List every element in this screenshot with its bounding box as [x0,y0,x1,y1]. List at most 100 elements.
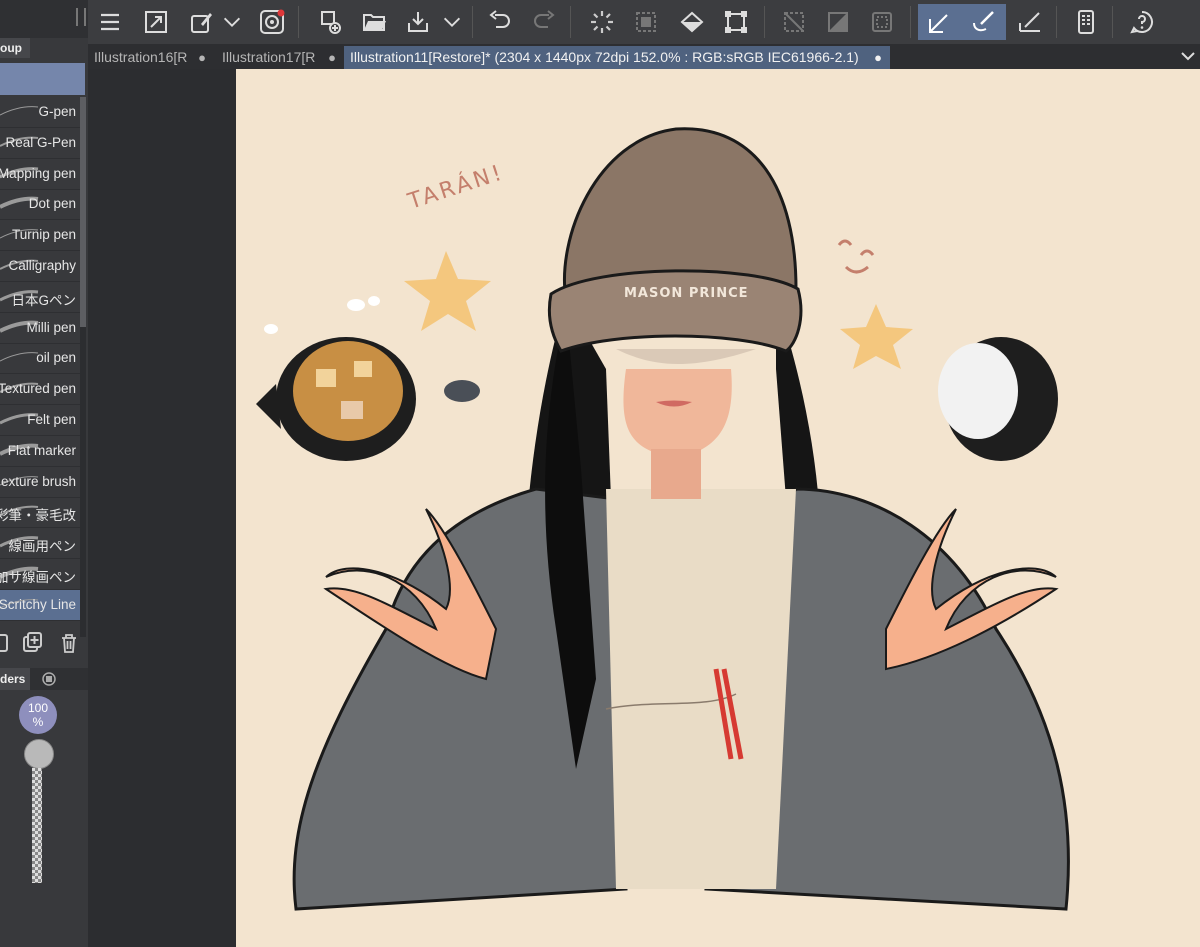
brush-item[interactable]: G-pen [0,97,80,128]
device-icon[interactable] [1068,4,1104,40]
tab-close-dot[interactable]: ● [328,46,336,69]
drawing-canvas[interactable]: MASON PRINCE TARÁN! [236,69,1200,947]
undo-icon[interactable] [482,4,518,40]
open-folder-icon[interactable] [356,4,392,40]
brush-item[interactable]: 彩筆・豪毛改 [0,497,80,529]
brush-label: oil pen [36,350,76,366]
brush-label: Felt pen [27,412,76,427]
steam-bubble [264,324,278,334]
opacity-number: 100 [27,701,49,715]
brush-label: G-pen [38,104,76,119]
brush-label: Milli pen [26,319,76,335]
deselect-icon[interactable] [776,4,812,40]
brush-item[interactable]: 加サ線画ペン [0,559,80,590]
panel-header [0,0,88,38]
select-all-icon[interactable] [628,4,664,40]
sliders-tab[interactable]: ders [0,668,30,690]
steam-bubble [368,296,380,306]
brush-item[interactable]: 日本Gペン [0,282,80,313]
brush-label: Real G-Pen [5,134,76,150]
brush-stabilize-icon[interactable] [962,4,1006,40]
brush-stroke-icon [0,106,39,116]
brush-item[interactable]: Mapping pen [0,159,80,190]
face [623,369,732,459]
brush-item[interactable]: exture brush [0,467,80,498]
chevron-down-icon[interactable] [1180,49,1196,63]
artwork: MASON PRINCE TARÁN! [256,127,1070,911]
tab-label: Illustration17[R [222,49,316,65]
brush-item[interactable]: Calligraphy [0,251,80,282]
tab-close-dot[interactable]: ● [198,46,206,69]
scrollbar-thumb[interactable] [80,97,86,327]
curry-chunk [354,361,372,377]
brush-item[interactable]: Turnip pen [0,220,80,252]
brush-item[interactable]: 線画用ペン [0,528,80,560]
tab-illustration16[interactable]: Illustration16[R ● [88,46,214,69]
brush-label: 加サ線画ペン [0,570,76,585]
brush-item[interactable]: Dot pen [0,189,80,221]
new-canvas-icon[interactable] [312,4,348,40]
layer-property-icon[interactable] [184,4,220,40]
trash-icon[interactable] [58,632,80,654]
brush-item[interactable]: Felt pen [0,405,80,436]
app-logo-icon[interactable] [254,4,290,40]
pen-stabilize-icon[interactable] [918,4,962,40]
redo-icon[interactable] [526,4,562,40]
tab-label: Illustration11[Restore]* (2304 x 1440px … [350,49,859,65]
dropdown-icon[interactable] [220,4,244,40]
brush-stroke-icon [0,352,39,362]
brush-label: exture brush [0,473,76,489]
brush-group-tab[interactable]: oup [0,38,30,58]
fill-icon[interactable] [674,4,710,40]
brush-item[interactable]: Milli pen [0,313,80,344]
drag-handle-icon[interactable] [76,8,86,26]
document-tabs: Illustration16[R ● Illustration17[R ● Illu… [88,44,1200,69]
brush-label: Scritchy Line [0,596,76,612]
brush-label: Turnip pen [11,227,76,243]
brush-label: 線画用ペン [8,539,77,555]
taran-text: TARÁN! [404,159,508,215]
opacity-slider-track[interactable] [32,768,42,883]
paint-smudge [444,380,480,402]
tab-close-dot[interactable]: ● [874,46,882,69]
brush-item[interactable]: Scritchy Line [0,589,80,621]
brush-label: 彩筆・豪毛改 [0,508,76,524]
panel-menu-icon[interactable] [38,671,60,687]
star-right [840,304,913,369]
add-brush-icon[interactable] [22,632,44,654]
selection-border-icon[interactable] [864,4,900,40]
tab-illustration11[interactable]: Illustration11[Restore]* (2304 x 1440px … [344,46,890,69]
help-icon[interactable] [1124,4,1160,40]
curry-chunk [341,401,363,419]
brush-label: 日本Gペン [11,292,76,308]
brush-item[interactable]: Flat marker [0,436,80,467]
ruler-pen-icon[interactable] [1012,4,1048,40]
save-icon[interactable] [400,4,436,40]
brush-item[interactable]: oil pen [0,343,80,375]
menu-icon[interactable] [92,4,128,40]
resize-canvas-icon[interactable] [138,4,174,40]
star-left [404,251,491,331]
curry-soup [293,341,403,441]
dropdown-icon[interactable] [440,4,464,40]
tab-illustration17[interactable]: Illustration17[R ● [216,46,344,69]
shirt [606,489,796,889]
steam-bubble [347,299,365,311]
brush-item[interactable]: Textured pen [0,374,80,406]
loading-icon[interactable] [584,4,620,40]
opacity-slider-knob[interactable] [24,739,54,769]
brush-label: Textured pen [0,381,76,397]
smiley-face [837,239,875,274]
cap-shadow [616,349,756,364]
copy-icon[interactable] [0,632,10,654]
opacity-value[interactable]: 100 % [19,696,57,734]
transform-icon[interactable] [718,4,754,40]
brush-label: Flat marker [7,442,76,458]
invert-selection-icon[interactable] [820,4,856,40]
cap-text: MASON PRINCE [624,286,749,301]
brush-group-selected[interactable] [0,63,85,95]
brush-label: Mapping pen [0,165,76,181]
brush-label: Calligraphy [8,258,76,273]
brush-item[interactable]: Real G-Pen [0,128,80,159]
brush-actions [0,630,88,658]
